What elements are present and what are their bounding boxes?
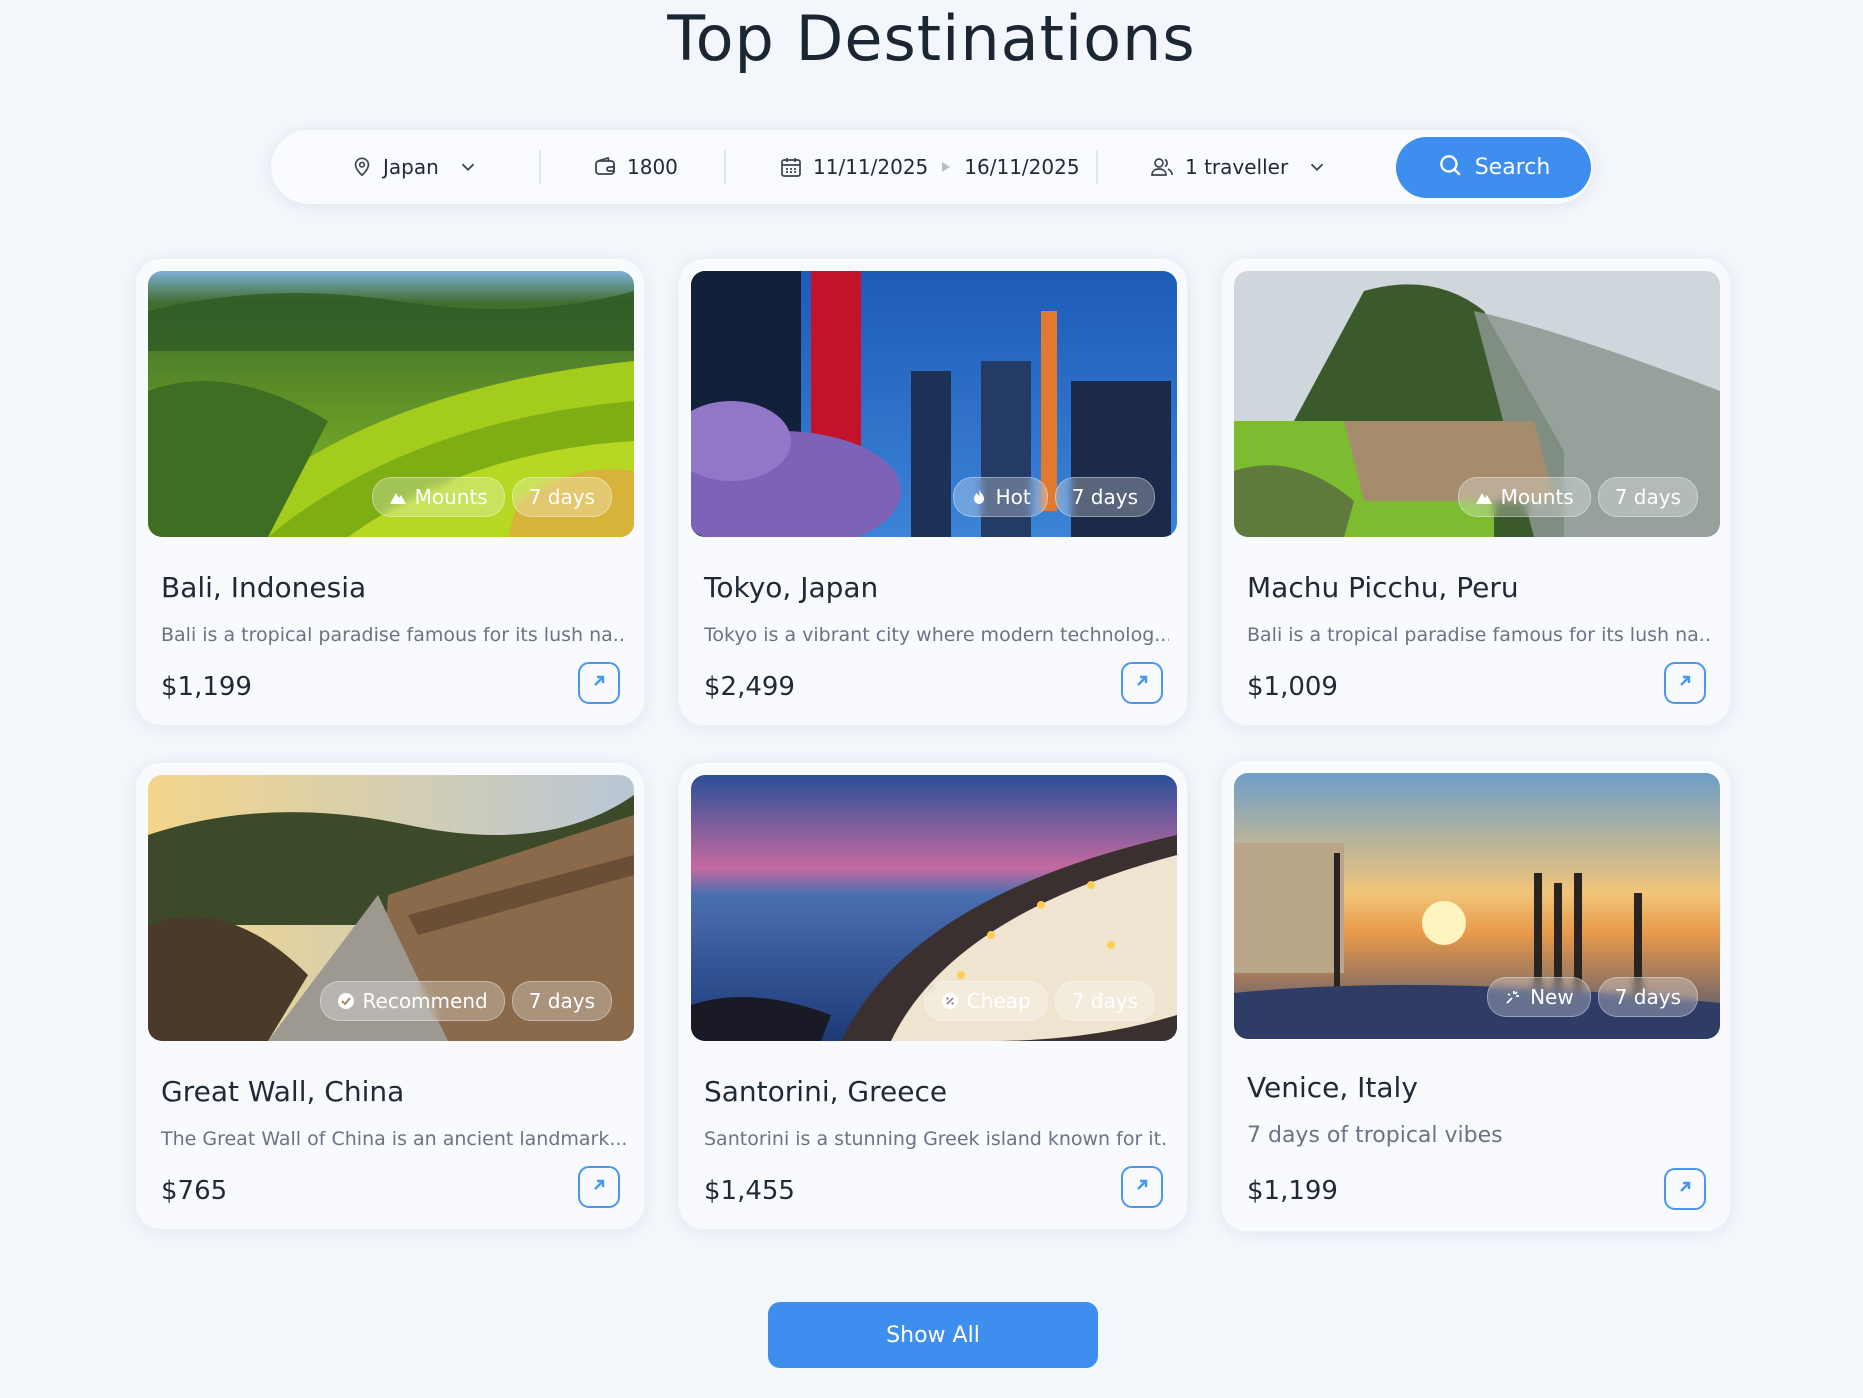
date-range-field[interactable]: 11/11/2025 16/11/2025 xyxy=(779,130,1080,204)
tag-badge: Mounts xyxy=(371,477,505,517)
destination-description: Bali is a tropical paradise famous for i… xyxy=(161,624,626,646)
open-destination-button[interactable] xyxy=(1121,662,1163,704)
calendar-icon xyxy=(779,155,803,179)
divider xyxy=(539,150,541,184)
destination-name: Tokyo, Japan xyxy=(704,571,879,604)
destination-description: Bali is a tropical paradise famous for i… xyxy=(1247,624,1712,646)
arrow-up-right-icon xyxy=(590,672,608,694)
duration-badge: 7 days xyxy=(1054,477,1155,517)
destination-description: 7 days of tropical vibes xyxy=(1247,1123,1503,1148)
divider xyxy=(1096,150,1098,184)
chevron-down-icon xyxy=(457,156,479,178)
tag-badge: Hot xyxy=(952,477,1048,517)
destination-price: $1,199 xyxy=(1247,1176,1338,1206)
budget-value: 1800 xyxy=(627,155,678,179)
destination-description: Tokyo is a vibrant city where modern tec… xyxy=(704,624,1169,646)
location-value: Japan xyxy=(383,155,439,179)
search-icon xyxy=(1437,152,1463,184)
duration-badge: 7 days xyxy=(511,477,612,517)
open-destination-button[interactable] xyxy=(1664,1168,1706,1210)
duration-badge: 7 days xyxy=(1054,981,1155,1021)
open-destination-button[interactable] xyxy=(578,662,620,704)
arrow-up-right-icon xyxy=(1676,672,1694,694)
destination-name: Santorini, Greece xyxy=(704,1075,948,1108)
mountain-icon xyxy=(1475,488,1493,506)
destination-price: $1,455 xyxy=(704,1176,795,1206)
page-title: Top Destinations xyxy=(667,2,1196,75)
sparkle-icon xyxy=(1504,988,1522,1006)
tag-badge: Recommend xyxy=(319,981,505,1021)
destination-image-great-wall: Recommend 7 days xyxy=(148,775,634,1041)
open-destination-button[interactable] xyxy=(578,1166,620,1208)
duration-badge: 7 days xyxy=(1597,477,1698,517)
tag-badge: Mounts xyxy=(1457,477,1591,517)
destination-card[interactable]: Cheap 7 days Santorini, Greece Santorini… xyxy=(678,762,1188,1230)
destination-description: The Great Wall of China is an ancient la… xyxy=(161,1128,626,1150)
arrow-up-right-icon xyxy=(1133,672,1151,694)
check-badge-icon xyxy=(337,992,355,1010)
search-button[interactable]: Search xyxy=(1396,137,1591,198)
travellers-select[interactable]: 1 traveller xyxy=(1149,130,1328,204)
destination-name: Venice, Italy xyxy=(1247,1071,1418,1104)
arrow-up-right-icon xyxy=(1133,1176,1151,1198)
budget-field[interactable]: 1800 xyxy=(593,130,678,204)
duration-badge: 7 days xyxy=(511,981,612,1021)
tag-badge: New xyxy=(1487,977,1591,1017)
divider xyxy=(724,150,726,184)
tag-badge: Cheap xyxy=(923,981,1048,1021)
arrow-right-icon xyxy=(938,159,954,175)
destination-name: Bali, Indonesia xyxy=(161,571,367,604)
open-destination-button[interactable] xyxy=(1664,662,1706,704)
location-pin-icon xyxy=(351,156,373,178)
destination-image-bali: Mounts 7 days xyxy=(148,271,634,537)
destination-description: Santorini is a stunning Greek island kno… xyxy=(704,1128,1169,1150)
open-destination-button[interactable] xyxy=(1121,1166,1163,1208)
mountain-icon xyxy=(389,488,407,506)
destination-name: Machu Picchu, Peru xyxy=(1247,571,1519,604)
users-icon xyxy=(1149,155,1175,179)
fire-icon xyxy=(970,488,988,506)
duration-badge: 7 days xyxy=(1597,977,1698,1017)
destination-price: $765 xyxy=(161,1176,228,1206)
location-select[interactable]: Japan xyxy=(351,130,479,204)
date-from: 11/11/2025 xyxy=(813,155,929,179)
show-all-button[interactable]: Show All xyxy=(768,1302,1098,1368)
chevron-down-icon xyxy=(1306,156,1328,178)
destination-image-santorini: Cheap 7 days xyxy=(691,775,1177,1041)
arrow-up-right-icon xyxy=(1676,1178,1694,1200)
destination-price: $1,199 xyxy=(161,672,252,702)
travellers-value: 1 traveller xyxy=(1185,155,1289,179)
destination-card[interactable]: Recommend 7 days Great Wall, China The G… xyxy=(135,762,645,1230)
destination-price: $2,499 xyxy=(704,672,795,702)
destination-card[interactable]: Mounts 7 days Machu Picchu, Peru Bali is… xyxy=(1221,258,1731,726)
destination-card[interactable]: Mounts 7 days Bali, Indonesia Bali is a … xyxy=(135,258,645,726)
destination-image-machu-picchu: Mounts 7 days xyxy=(1234,271,1720,537)
wallet-icon xyxy=(593,155,617,179)
destination-image-venice: New 7 days xyxy=(1234,773,1720,1039)
arrow-up-right-icon xyxy=(590,1176,608,1198)
search-button-label: Search xyxy=(1474,155,1551,180)
destination-image-tokyo: Hot 7 days xyxy=(691,271,1177,537)
destination-price: $1,009 xyxy=(1247,672,1338,702)
discount-icon xyxy=(941,992,959,1010)
search-bar: Japan 1800 11/11/2025 16/11/2025 1 trave… xyxy=(271,130,1593,204)
date-to: 16/11/2025 xyxy=(964,155,1080,179)
destination-name: Great Wall, China xyxy=(161,1075,405,1108)
destination-card[interactable]: New 7 days Venice, Italy 7 days of tropi… xyxy=(1221,760,1731,1232)
destination-card[interactable]: Hot 7 days Tokyo, Japan Tokyo is a vibra… xyxy=(678,258,1188,726)
